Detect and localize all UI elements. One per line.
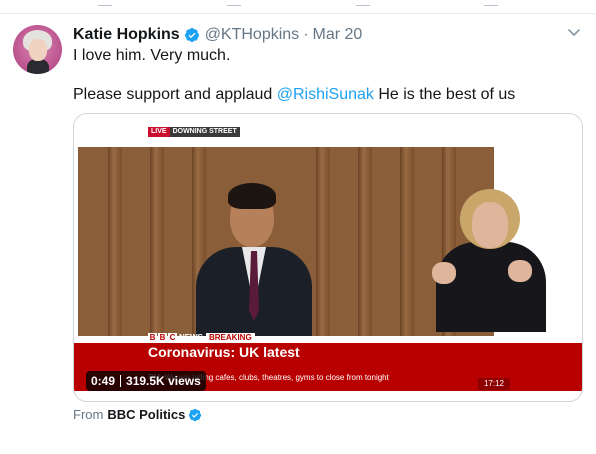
chevron-down-icon[interactable] [567, 28, 581, 38]
tweet-text-suffix: He is the best of us [373, 86, 516, 103]
broadcast-clock: 17:12 [478, 378, 510, 390]
retweet-icon[interactable] [227, 0, 241, 6]
separator-dot: · [303, 26, 309, 43]
bbc-letter: B [148, 333, 157, 343]
live-badge: LIVE DOWNING STREET [148, 127, 240, 137]
share-icon[interactable] [484, 0, 498, 6]
bbc-news-logo: B B C NEWS BREAKING [148, 333, 255, 343]
source-prefix: From [73, 407, 104, 422]
video-stats-pill: 0:49 319.5K views [86, 371, 206, 391]
divider [0, 13, 596, 14]
news-label: NEWS [179, 333, 203, 342]
like-icon[interactable] [356, 0, 370, 6]
tweet-text-prefix: Please support and applaud [73, 86, 277, 103]
view-count: 319.5K views [126, 374, 201, 388]
breaking-label: BREAKING [206, 333, 255, 343]
location-label: DOWNING STREET [169, 127, 240, 137]
news-headline: Coronavirus: UK latest [148, 344, 300, 360]
video-source: From BBC Politics [73, 407, 202, 422]
verified-badge-icon [189, 408, 202, 421]
tweet-date[interactable]: Mar 20 [313, 26, 363, 44]
live-label: LIVE [148, 127, 170, 137]
mention-link[interactable]: @RishiSunak [277, 86, 374, 103]
source-name[interactable]: BBC Politics [107, 407, 185, 422]
tweet-text-line-1: I love him. Very much. [73, 47, 231, 64]
author-handle[interactable]: @KTHopkins [205, 26, 300, 44]
tweet-text-line-2: Please support and applaud @RishiSunak H… [73, 85, 515, 105]
video-player[interactable]: LIVE DOWNING STREET B B C NEWS BREAKING … [74, 114, 582, 401]
verified-badge-icon [184, 28, 199, 42]
author-name[interactable]: Katie Hopkins [73, 26, 180, 44]
avatar[interactable] [13, 25, 62, 74]
reply-icon[interactable] [98, 0, 112, 6]
video-duration: 0:49 [91, 374, 116, 388]
tweet-header: Katie Hopkins @KTHopkins · Mar 20 [73, 25, 362, 45]
bbc-letter: C [168, 333, 177, 343]
previous-tweet-actions [0, 0, 596, 14]
bbc-letter: B [158, 333, 167, 343]
video-card[interactable]: LIVE DOWNING STREET B B C NEWS BREAKING … [73, 113, 583, 402]
